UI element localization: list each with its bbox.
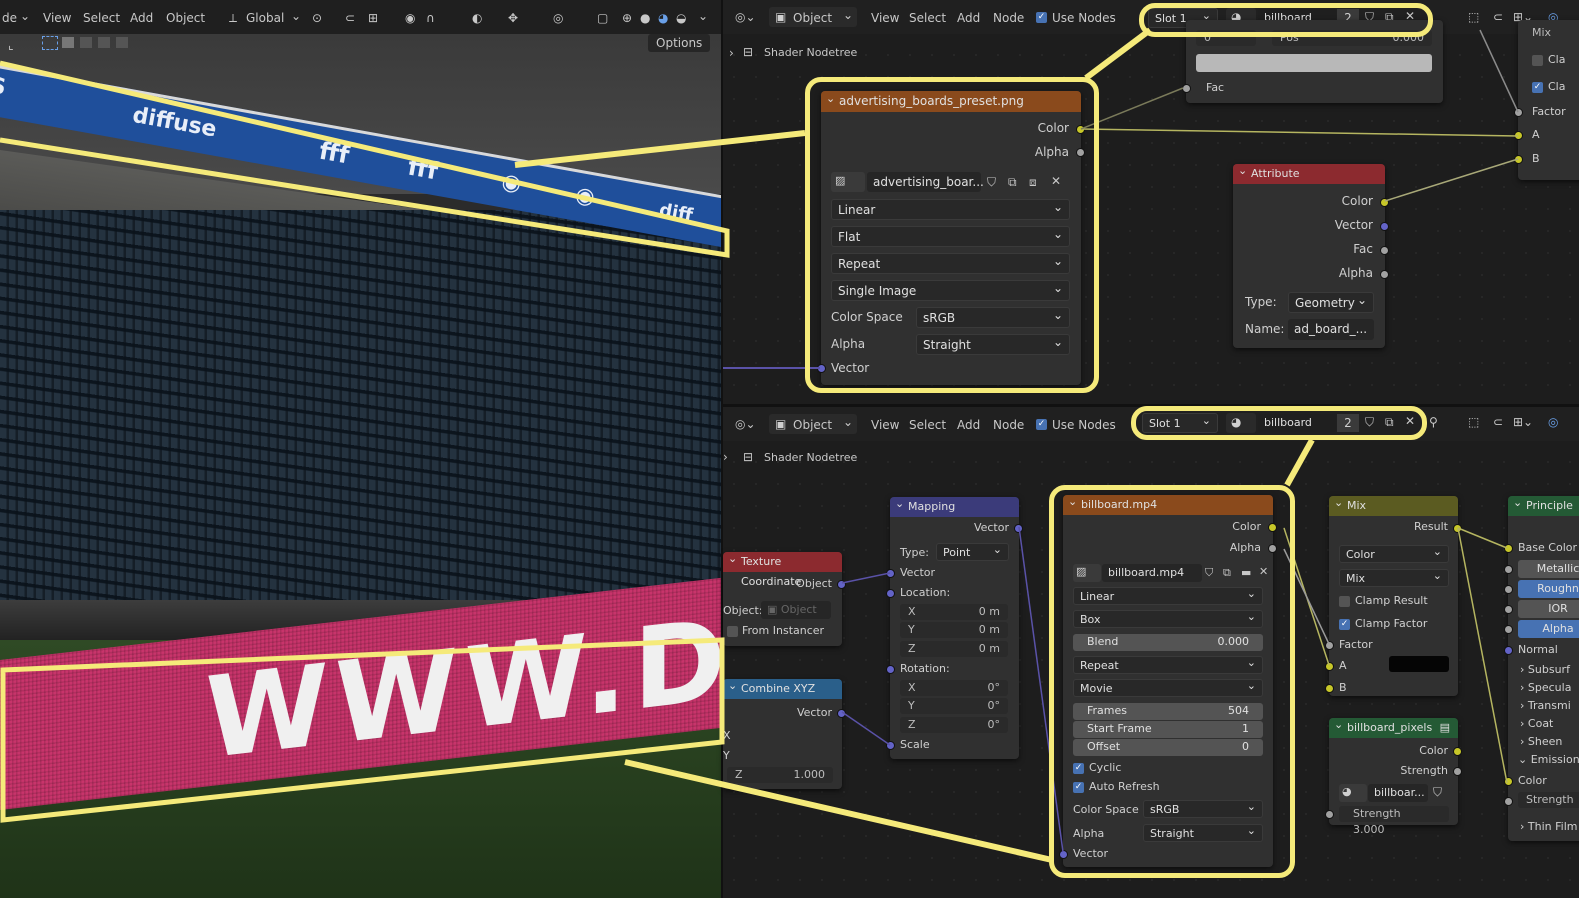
highlight-material-slot-top [1139, 3, 1433, 37]
callout-line [1084, 27, 1152, 81]
highlight-image-node [805, 77, 1099, 393]
highlight-top-board-area [0, 40, 730, 258]
top-board-outline [0, 60, 730, 258]
node-link [1080, 128, 1519, 137]
node-link [841, 711, 891, 746]
bottom-board-outline [0, 637, 725, 823]
highlight-material-slot-bottom [1131, 406, 1427, 440]
node-link [841, 572, 891, 584]
node-link [1457, 527, 1508, 784]
node-link [1479, 29, 1519, 113]
callout-line [1284, 438, 1315, 487]
node-link [1384, 158, 1519, 202]
node-link [1457, 527, 1508, 549]
highlight-movie-node [1049, 485, 1295, 878]
highlight-bottom-board-area [0, 630, 730, 830]
